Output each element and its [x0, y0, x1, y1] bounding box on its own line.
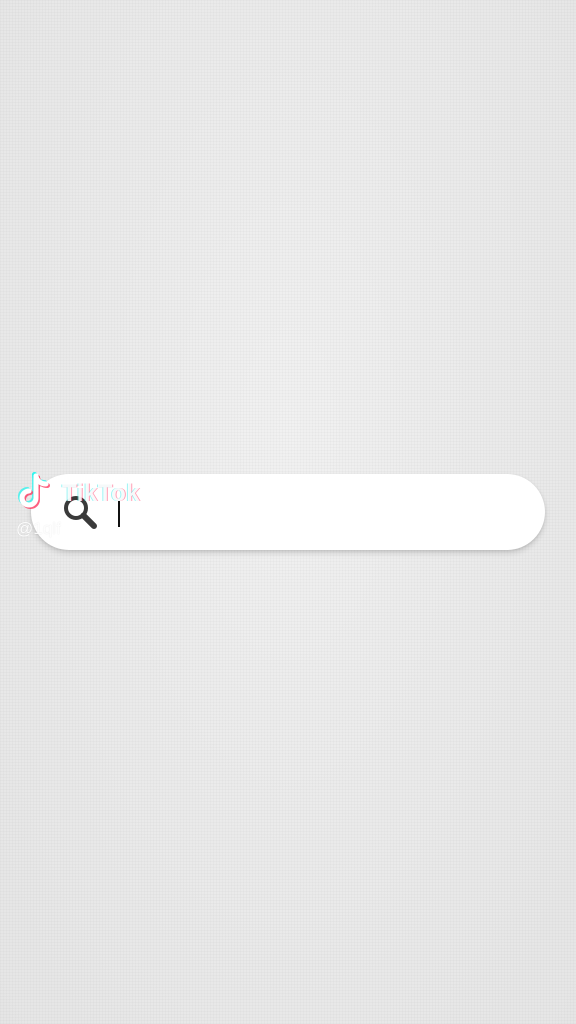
search-input[interactable]	[113, 484, 513, 540]
text-cursor	[118, 501, 120, 527]
search-bar[interactable]	[31, 474, 545, 550]
search-icon[interactable]	[62, 494, 98, 530]
